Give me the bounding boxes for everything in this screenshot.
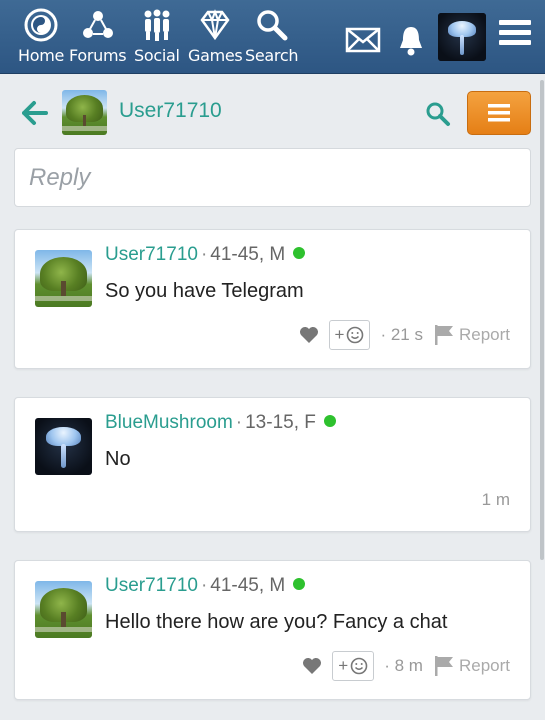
games-icon: [200, 9, 230, 41]
message-avatar[interactable]: [35, 581, 92, 638]
message-username[interactable]: User71710: [105, 575, 198, 596]
nav-forums[interactable]: Forums: [69, 8, 127, 65]
back-arrow-icon[interactable]: [22, 100, 48, 126]
menu-icon: [488, 104, 510, 122]
bell-icon[interactable]: [396, 24, 426, 56]
message-card: BlueMushroom · 13-15, F No 1 m: [14, 397, 531, 532]
message-card: User71710 · 41-45, M So you have Telegram …: [14, 229, 531, 369]
message-time: 1 m: [481, 490, 510, 509]
message-actions: + · 8 m Report: [302, 651, 510, 681]
search-icon: [256, 10, 288, 41]
online-indicator: [293, 578, 306, 590]
message-meta: User71710 · 41-45, M: [105, 244, 306, 266]
message-age-gender: 41-45, M: [210, 575, 286, 596]
nav-social[interactable]: Social: [134, 8, 180, 65]
message-card: User71710 · 41-45, M Hello there how are y…: [14, 560, 531, 700]
message-age-gender: 13-15, F: [245, 412, 316, 433]
online-indicator: [293, 247, 306, 259]
nav-games-label: Games: [188, 46, 243, 65]
nav-search-label: Search: [245, 46, 299, 65]
message-text: Hello there how are you? Fancy a chat: [105, 611, 448, 633]
smiley-icon: [350, 657, 368, 675]
social-icon: [144, 9, 170, 41]
message-text: So you have Telegram: [105, 280, 304, 302]
message-actions: 1 m: [482, 490, 510, 510]
scrollbar[interactable]: [540, 80, 544, 560]
smiley-icon: [347, 326, 364, 344]
nav-search[interactable]: Search: [245, 8, 298, 65]
message-text: No: [105, 448, 131, 470]
reply-input[interactable]: Reply: [14, 148, 531, 207]
reply-placeholder: Reply: [29, 163, 91, 191]
heart-icon[interactable]: [302, 657, 322, 675]
message-username[interactable]: User71710: [105, 244, 198, 265]
message-avatar[interactable]: [35, 418, 92, 475]
message-meta: User71710 · 41-45, M: [105, 575, 306, 597]
flag-icon: [434, 656, 453, 676]
top-nav-bar: Home Forums Social Games Search: [0, 0, 545, 74]
message-meta: BlueMushroom · 13-15, F: [105, 412, 336, 434]
message-time: · 8 m: [384, 656, 423, 675]
add-reaction-button[interactable]: +: [332, 651, 375, 681]
nav-home-label: Home: [18, 46, 65, 65]
online-indicator: [323, 415, 336, 427]
conversation-username[interactable]: User71710: [119, 99, 222, 123]
hamburger-icon[interactable]: [498, 18, 532, 48]
message-username[interactable]: BlueMushroom: [105, 412, 233, 433]
message-age-gender: 41-45, M: [210, 244, 286, 265]
nav-forums-label: Forums: [69, 46, 127, 65]
message-avatar[interactable]: [35, 250, 92, 307]
heart-icon[interactable]: [299, 326, 319, 344]
nav-home[interactable]: Home: [18, 8, 64, 65]
nav-games[interactable]: Games: [188, 8, 243, 65]
mail-icon[interactable]: [345, 27, 381, 53]
conversation-menu-button[interactable]: [467, 91, 531, 135]
conversation-avatar[interactable]: [62, 90, 107, 135]
message-time: · 21 s: [380, 325, 423, 344]
forums-icon: [82, 11, 113, 38]
home-icon: [24, 8, 58, 42]
report-link[interactable]: Report: [433, 324, 510, 346]
profile-avatar[interactable]: [438, 13, 486, 61]
add-reaction-button[interactable]: +: [328, 320, 371, 350]
search-icon[interactable]: [425, 101, 451, 127]
flag-icon: [434, 325, 453, 345]
message-actions: + · 21 s Report: [299, 320, 510, 350]
nav-social-label: Social: [134, 46, 180, 65]
report-link[interactable]: Report: [433, 655, 510, 677]
